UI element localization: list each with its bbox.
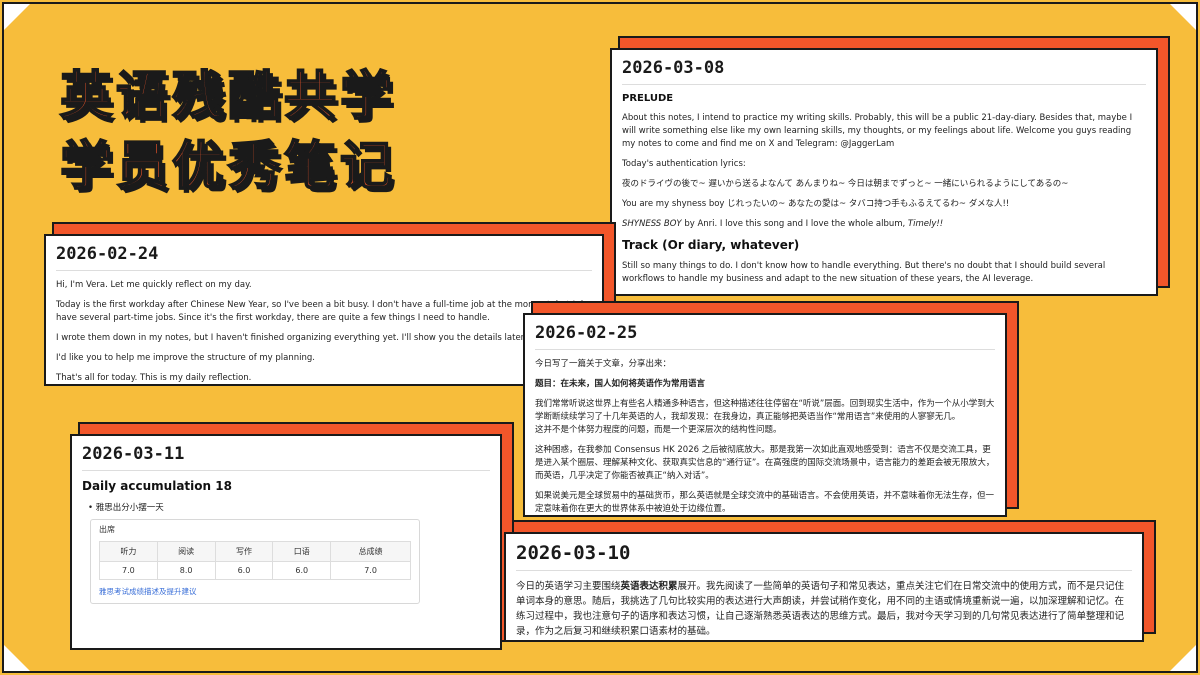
note-text: 这并不是个体努力程度的问题，而是一个更深层次的结构性问题。	[535, 425, 782, 435]
note-date: 2026-03-11	[82, 444, 490, 471]
note-paragraph: 夜のドライヴの後で~ 遅いから送るよなんて あんまりね~ 今日は朝までずっと~ …	[622, 179, 1069, 189]
score-header: 写作	[214, 541, 274, 562]
score-value: 7.0	[330, 561, 411, 580]
note-card-2026-03-10: 2026-03-10 今日的英语学习主要围绕英语表达积累展开。我先阅读了一些简单…	[504, 532, 1144, 642]
note-card-2026-02-25: 2026-02-25 今日写了一篇关于文章，分享出来： 题目：在未来，国人如何将…	[523, 313, 1007, 517]
score-table: 听力 阅读 写作 口语 总成绩 7.0 8.0 6.0 6.0 7.0	[99, 541, 411, 580]
score-value: 6.0	[272, 561, 332, 580]
score-header: 口语	[272, 541, 332, 562]
note-paragraph: 今日的英语学习主要围绕英语表达积累展开。我先阅读了一些简单的英语句子和常见表达，…	[516, 579, 1132, 639]
score-value-row: 7.0 8.0 6.0 6.0 7.0	[99, 561, 411, 580]
corner-decoration	[4, 4, 30, 30]
note-highlight: 英语表达积累	[620, 581, 678, 592]
note-card-2026-03-08: 2026-03-08 PRELUDE About this notes, I i…	[610, 48, 1158, 296]
note-text: 我们常常听说这世界上有些名人精通多种语言，但这种描述往往停留在“听说”层面。回到…	[535, 399, 995, 422]
song-title: SHYNESS BOY	[622, 219, 682, 229]
note-card-2026-03-11: 2026-03-11 Daily accumulation 18 雅思出分小摆一…	[70, 434, 502, 650]
note-date: 2026-03-08	[622, 58, 1146, 85]
score-card-title: 出席	[99, 525, 115, 534]
note-paragraph: 今日写了一篇关于文章，分享出来：	[535, 359, 672, 369]
score-header: 阅读	[156, 541, 216, 562]
score-header: 听力	[99, 541, 158, 562]
headline-line-1: 英语残酷共学	[59, 66, 397, 128]
note-paragraph: Today's authentication lyrics:	[622, 159, 746, 169]
note-paragraph: I wrote them down in my notes, but I hav…	[56, 333, 527, 343]
note-paragraph: 我们常常听说这世界上有些名人精通多种语言，但这种描述往往停留在“听说”层面。回到…	[535, 398, 995, 437]
note-heading: PRELUDE	[622, 93, 674, 104]
score-header-row: 听力 阅读 写作 口语 总成绩	[99, 541, 411, 562]
note-paragraph: I'd like you to help me improve the stru…	[56, 353, 315, 363]
ielts-score-card: 出席 听力 阅读 写作 口语 总成绩 7.0 8.0 6.0 6.0 7.0 雅…	[90, 519, 420, 604]
note-text: 今日的英语学习主要围绕	[516, 581, 621, 592]
score-value: 7.0	[99, 561, 158, 580]
note-paragraph: Still so many things to do. I don't know…	[622, 261, 1106, 284]
note-heading: Daily accumulation 18	[82, 479, 232, 493]
note-paragraph: 如果说美元是全球贸易中的基础货币，那么英语就是全球交流中的基础语言。不会使用英语…	[535, 491, 995, 514]
note-card-2026-02-24: 2026-02-24 Hi, I'm Vera. Let me quickly …	[44, 234, 604, 386]
album-title: Timely!!	[907, 219, 944, 229]
note-subject: 题目：在未来，国人如何将英语作为常用语言	[535, 379, 706, 389]
song-note: by Anri. I love this song and I love the…	[681, 219, 908, 229]
score-advice-link[interactable]: 雅思考试成绩描述及提升建议	[99, 586, 411, 597]
corner-decoration	[1170, 645, 1196, 671]
note-paragraph: Today is the first workday after Chinese…	[56, 300, 589, 323]
score-header: 总成绩	[330, 541, 411, 562]
note-date: 2026-02-24	[56, 244, 592, 271]
note-paragraph: Hi, I'm Vera. Let me quickly reflect on …	[56, 280, 252, 290]
note-paragraph: About this notes, I intend to practice m…	[622, 113, 1133, 149]
note-paragraph: That's all for today. This is my daily r…	[56, 373, 252, 383]
note-paragraph: You are my shyness boy じれったいの~ あなたの愛は~ タ…	[622, 199, 1010, 209]
headline-line-2: 学员优秀笔记	[59, 136, 397, 198]
note-paragraph: 这种困惑，在我参加 Consensus HK 2026 之后被彻底放大。那是我第…	[535, 445, 995, 481]
note-paragraph: SHYNESS BOY by Anri. I love this song an…	[622, 218, 1146, 231]
score-value: 6.0	[214, 561, 274, 580]
score-value: 8.0	[156, 561, 216, 580]
note-date: 2026-03-10	[516, 542, 1132, 571]
corner-decoration	[1170, 4, 1196, 30]
corner-decoration	[4, 645, 30, 671]
note-bullet: 雅思出分小摆一天	[88, 501, 490, 513]
note-heading: Track (Or diary, whatever)	[622, 238, 800, 252]
note-date: 2026-02-25	[535, 323, 995, 350]
